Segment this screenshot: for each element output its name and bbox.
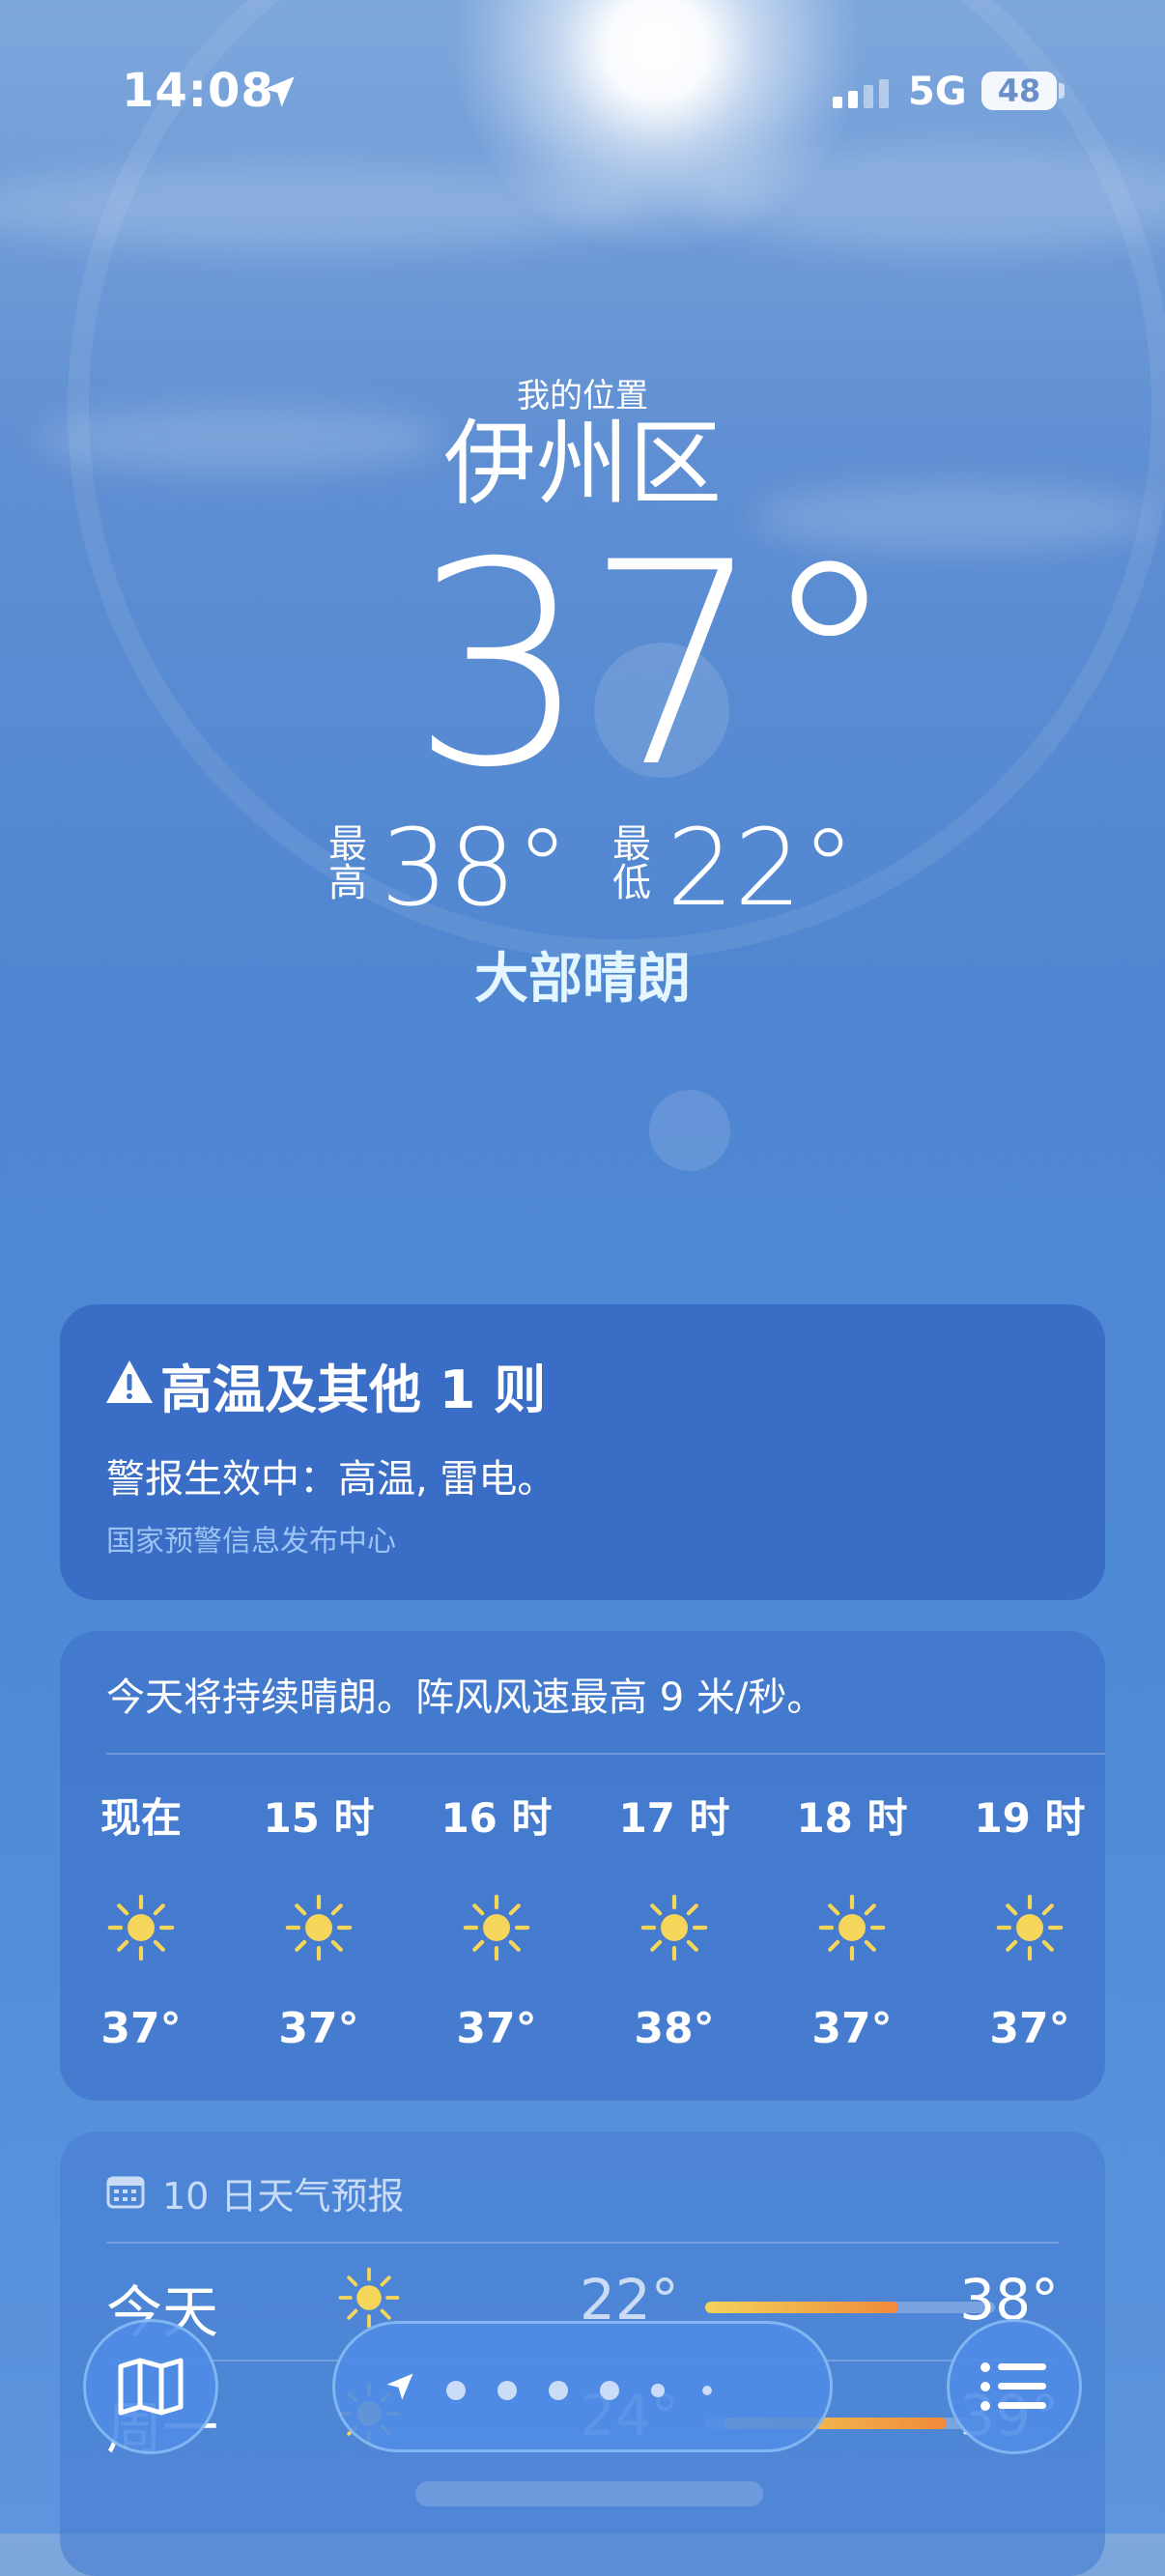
condition: 大部晴朗 [474,948,691,1011]
temp-range-bar [705,2302,995,2313]
high-label: 最高 [328,822,367,905]
hour-item: 15 时 37° [242,1786,396,2053]
map-button[interactable] [83,2319,218,2454]
bottom-toolbar [0,2315,1165,2460]
sun-icon [463,1894,530,1961]
weather-alert-card[interactable]: 高温及其他 1 则 警报生效中：高温, 雷电。 国家预警信息发布中心 [60,1304,1105,1600]
hour-temp: 38° [634,2004,715,2053]
sun-icon [463,1894,530,1961]
daily-title: 10 日天气预报 [106,2166,404,2219]
hour-temp: 37° [100,2004,182,2053]
page-dot[interactable] [549,2381,568,2400]
sun-icon [107,1894,175,1961]
daily-title-text: 10 日天气预报 [162,2175,405,2218]
status-time: 14:08 [122,64,274,118]
temp-range-fill [705,2302,898,2313]
high-temp: 38° [381,806,569,930]
watermark-bar [415,2481,763,2506]
alert-title: 高温及其他 1 则 [106,1347,546,1423]
sun-icon [640,1894,708,1961]
hourly-forecast-card[interactable]: 今天将持续晴朗。阵风风速最高 9 米/秒。 现在 37° 15 时 37° 16 时 37… [60,1631,1105,2101]
hour-time: 17 时 [618,1794,730,1842]
hour-item: 18 时 37° [775,1786,929,2053]
network-type: 5G [908,70,967,114]
current-temperature: 37° [411,503,899,829]
hour-temp: 37° [456,2004,537,2053]
sun-icon [818,1894,886,1961]
cellular-signal-icon [833,79,889,108]
hour-item: 19 时 37° [952,1786,1107,2053]
hour-item: 现在 37° [64,1786,218,2053]
hour-temp: 37° [989,2004,1070,2053]
sun-icon [996,1894,1064,1961]
high-low: 最高 38° 最低 22° [0,806,1165,930]
alert-body: 警报生效中：高温, 雷电。 [106,1457,556,1502]
battery-tip [1059,83,1065,99]
list-icon [980,2362,1046,2411]
sun-icon [640,1894,708,1961]
hour-item: 17 时 38° [597,1786,752,2053]
alert-title-text: 高温及其他 1 则 [160,1360,547,1420]
divider [106,1753,1105,1755]
map-icon [118,2358,184,2416]
page-dot[interactable] [497,2381,517,2400]
hour-time: 16 时 [440,1794,553,1842]
low-label: 最低 [612,822,651,905]
hour-temp: 37° [811,2004,893,2053]
sun-icon [107,1894,175,1961]
low-temp: 22° [667,806,855,930]
page-dot[interactable] [702,2386,712,2395]
hourly-summary: 今天将持续晴朗。阵风风速最高 9 米/秒。 [106,1675,826,1720]
list-button[interactable] [947,2319,1082,2454]
status-bar: 14:08 5G 48 [0,64,1165,122]
hour-time: 现在 [99,1794,182,1842]
location-arrow-icon [264,76,295,107]
hour-item: 16 时 37° [419,1786,574,2053]
page-dot[interactable] [651,2384,665,2397]
hour-time: 19 时 [974,1794,1086,1842]
hour-time: 18 时 [796,1794,908,1842]
page-dot[interactable] [446,2381,466,2400]
sun-icon [285,1894,353,1961]
sun-icon [285,1894,353,1961]
lens-flare [649,1090,730,1171]
page-indicator[interactable] [332,2321,833,2452]
hour-temp: 37° [278,2004,359,2053]
sun-icon [818,1894,886,1961]
city-name: 伊州区 [443,410,722,518]
alert-source[interactable]: 国家预警信息发布中心 [106,1517,396,1560]
page-dot[interactable] [600,2381,619,2400]
hour-time: 15 时 [263,1794,375,1842]
divider [106,2242,1059,2244]
sun-icon [996,1894,1064,1961]
location-arrow-icon [386,2373,413,2400]
battery-level: 48 [981,72,1057,110]
